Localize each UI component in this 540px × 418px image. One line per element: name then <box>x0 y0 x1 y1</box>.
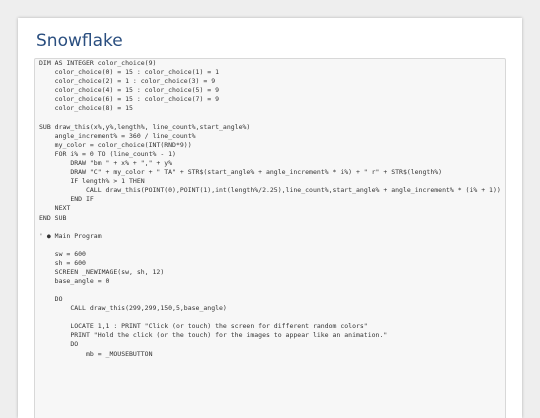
page-title: Snowflake <box>36 31 123 51</box>
code-line: DRAW "C" + my_color + " TA" + STR$(start… <box>39 168 443 177</box>
code-line: sw = 600 <box>39 249 86 258</box>
code-line: color_choice(8) = 15 <box>39 104 133 113</box>
code-listing: DIM AS INTEGER color_choice(9) color_cho… <box>39 59 501 359</box>
code-line: ' ● Main Program <box>39 231 102 240</box>
code-line: END IF <box>39 195 94 204</box>
code-line: PRINT "Hold the click (or the touch) for… <box>39 331 388 340</box>
code-line: color_choice(4) = 15 : color_choice(5) =… <box>39 86 220 95</box>
code-line: DO <box>39 340 79 349</box>
code-line: color_choice(6) = 15 : color_choice(7) =… <box>39 95 220 104</box>
page-card: Snowflake DIM AS INTEGER color_choice(9)… <box>18 18 522 418</box>
code-line: LOCATE 1,1 : PRINT "Click (or touch) the… <box>39 322 368 331</box>
code-line: CALL draw_this(299,299,150,5,base_angle) <box>39 304 227 313</box>
code-block[interactable]: DIM AS INTEGER color_choice(9) color_cho… <box>34 58 506 418</box>
code-line: DIM AS INTEGER color_choice(9) <box>39 59 157 67</box>
code-line: color_choice(0) = 15 : color_choice(1) =… <box>39 68 220 77</box>
code-line: NEXT <box>39 204 71 213</box>
code-line: SCREEN _NEWIMAGE(sw, sh, 12) <box>39 267 165 276</box>
code-line: angle_increment% = 360 / line_count% <box>39 131 196 140</box>
code-line: my_color = color_choice(INT(RND*9)) <box>39 140 192 149</box>
code-line: sh = 600 <box>39 258 86 267</box>
code-line: mb = _MOUSEBUTTON <box>39 349 153 358</box>
code-line: base_angle = 0 <box>39 276 110 285</box>
code-line: END SUB <box>39 213 67 222</box>
code-line: SUB draw_this(x%,y%,length%, line_count%… <box>39 122 251 131</box>
code-line: FOR i% = 0 TO (line_count% - 1) <box>39 149 176 158</box>
code-line: DRAW "bm " + x% + "," + y% <box>39 158 173 167</box>
code-line: color_choice(2) = 1 : color_choice(3) = … <box>39 77 216 86</box>
code-line: IF length% > 1 THEN <box>39 177 145 186</box>
code-line: CALL draw_this(POINT(0),POINT(1),int(len… <box>39 186 501 195</box>
code-line: DO <box>39 295 63 304</box>
